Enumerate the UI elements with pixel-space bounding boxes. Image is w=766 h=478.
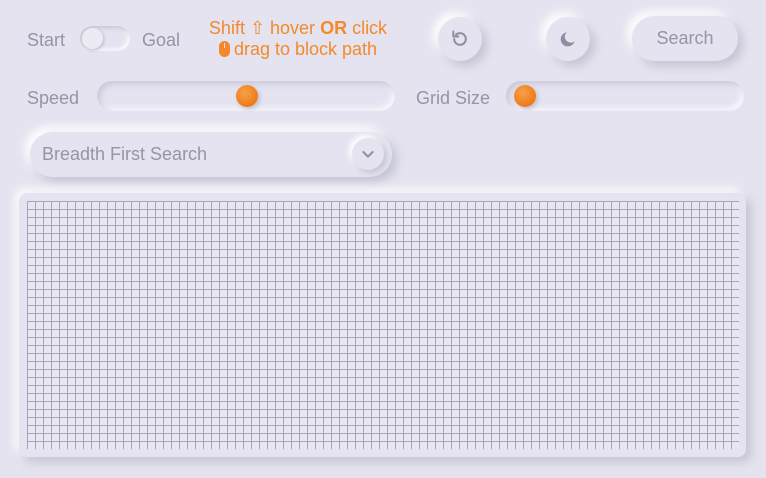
reset-button[interactable] [438, 17, 482, 61]
algorithm-select[interactable]: Breadth First Search [30, 132, 392, 177]
grid-container [19, 193, 746, 457]
grid-size-label: Grid Size [416, 88, 491, 108]
search-button[interactable]: Search [632, 16, 738, 61]
hint-line1-post: click [347, 18, 388, 38]
algorithm-selected-value: Breadth First Search [42, 144, 208, 164]
algorithm-dropdown-toggle[interactable] [352, 138, 384, 170]
start-label: Start [27, 30, 66, 50]
speed-slider-thumb[interactable] [236, 85, 258, 107]
toggle-knob[interactable] [82, 28, 103, 49]
pathfinding-grid[interactable] [27, 201, 739, 449]
goal-label: Goal [142, 30, 181, 50]
hint-line1-pre: Shift ⇧ hover [208, 18, 321, 38]
moon-icon [560, 32, 575, 47]
theme-toggle-button[interactable] [546, 17, 590, 61]
chevron-down-icon [362, 151, 374, 158]
hint-line1-bold: OR [320, 18, 348, 38]
grid-size-slider[interactable] [506, 81, 744, 111]
usage-hint: Shift ⇧ hover OR click drag to block pat… [198, 18, 398, 60]
speed-slider[interactable] [97, 81, 395, 111]
mouse-icon [218, 41, 230, 57]
rotate-ccw-icon [452, 30, 467, 46]
start-goal-toggle[interactable] [80, 26, 130, 51]
grid-size-slider-thumb[interactable] [514, 85, 536, 107]
hint-line2: drag to block path [233, 39, 378, 59]
speed-label: Speed [27, 88, 80, 108]
